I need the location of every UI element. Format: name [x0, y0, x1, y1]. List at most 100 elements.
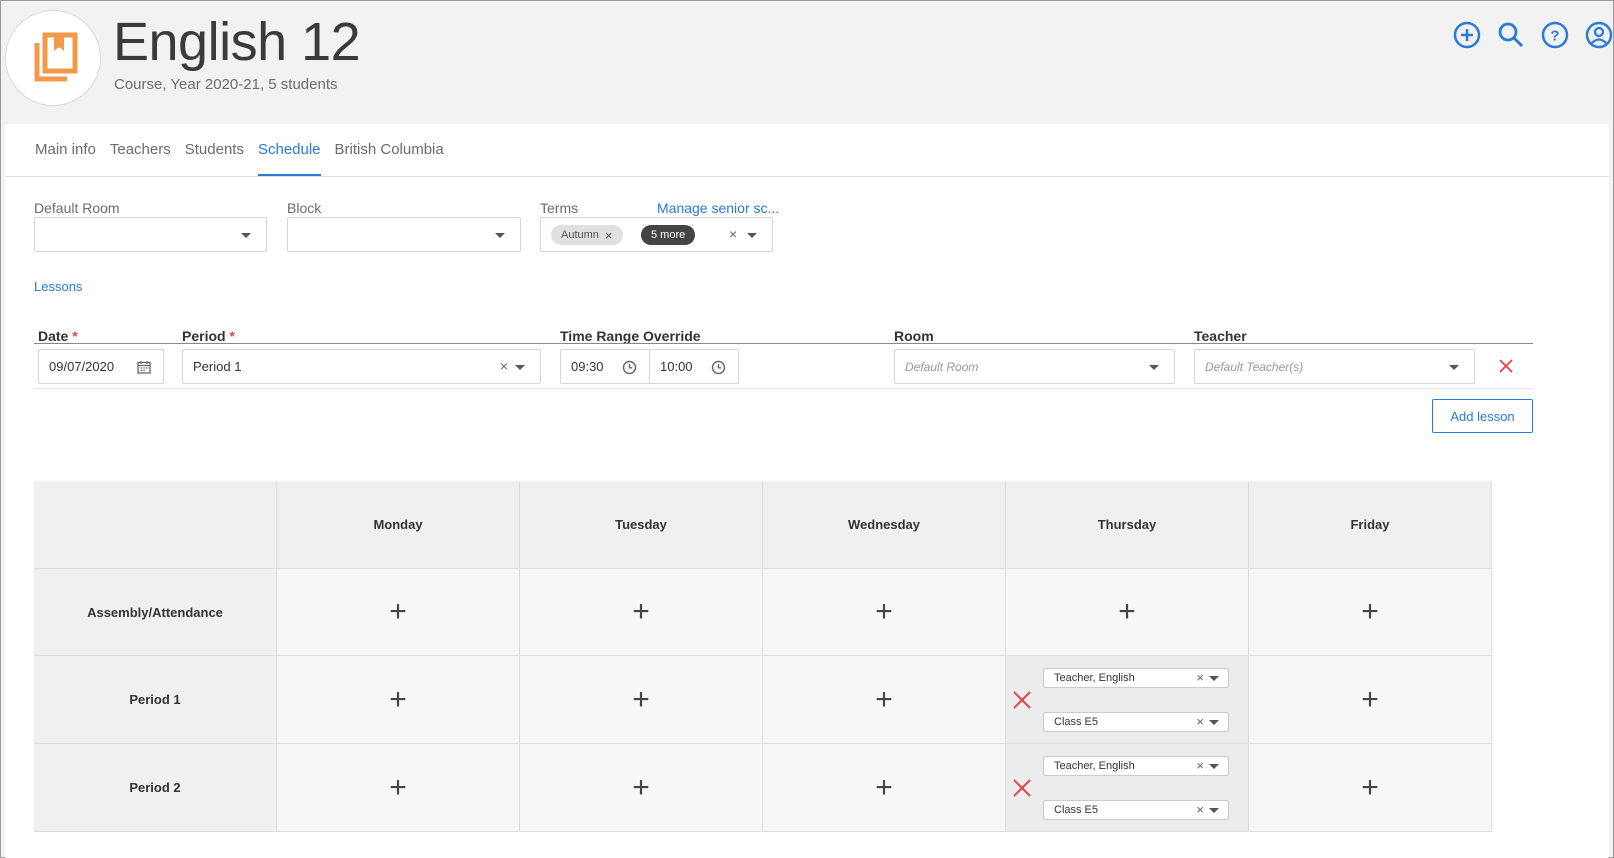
- chevron-down-icon: [1209, 720, 1219, 725]
- row-header-period-1: Period 1: [34, 656, 277, 744]
- chevron-down-icon: [515, 365, 525, 370]
- add-slot-icon[interactable]: +: [632, 683, 650, 717]
- tab-students[interactable]: Students: [185, 124, 244, 176]
- chevron-down-icon: [1449, 365, 1459, 370]
- slot-cell-assigned: Teacher, English × Class E5 ×: [1006, 656, 1249, 744]
- slot-teacher-value: Teacher, English: [1054, 672, 1135, 684]
- add-slot-icon[interactable]: +: [632, 771, 650, 805]
- add-slot-icon[interactable]: +: [1361, 771, 1379, 805]
- row-header-assembly: Assembly/Attendance: [34, 569, 277, 656]
- add-slot-icon[interactable]: +: [1118, 595, 1136, 629]
- terms-select[interactable]: Autumn × 5 more ×: [540, 217, 773, 252]
- slot-teacher-value: Teacher, English: [1054, 760, 1135, 772]
- add-slot-icon[interactable]: +: [875, 771, 893, 805]
- time-end-input[interactable]: 10:00: [649, 349, 739, 384]
- teacher-select[interactable]: Default Teacher(s): [1194, 349, 1475, 384]
- more-terms-chip[interactable]: 5 more: [641, 225, 696, 245]
- add-slot-icon[interactable]: +: [389, 595, 407, 629]
- clock-icon[interactable]: [622, 360, 637, 375]
- date-input[interactable]: 09/07/2020: [38, 349, 164, 384]
- slot-cell: +: [1249, 569, 1492, 656]
- clear-icon[interactable]: ×: [729, 226, 737, 242]
- chevron-down-icon: [747, 233, 757, 238]
- default-room-select[interactable]: [34, 217, 267, 252]
- page-title: English 12: [113, 12, 361, 72]
- time-end-value: 10:00: [660, 359, 693, 374]
- clear-icon[interactable]: ×: [1196, 670, 1204, 685]
- chevron-down-icon: [1209, 676, 1219, 681]
- clear-icon[interactable]: ×: [500, 358, 508, 374]
- add-lesson-button[interactable]: Add lesson: [1432, 399, 1533, 433]
- period-header-label: Period: [182, 328, 226, 344]
- slot-cell: +: [763, 569, 1006, 656]
- help-icon[interactable]: ?: [1541, 21, 1569, 49]
- slot-cell: +: [1006, 569, 1249, 656]
- search-icon[interactable]: [1497, 21, 1525, 49]
- day-header-monday: Monday: [277, 481, 520, 569]
- clear-icon[interactable]: ×: [1196, 714, 1204, 729]
- slot-cell: +: [763, 656, 1006, 744]
- slot-cell: +: [277, 744, 520, 832]
- book-bookmark-icon: [34, 32, 78, 82]
- chevron-down-icon: [1209, 764, 1219, 769]
- date-column-header: Date *: [38, 328, 78, 344]
- date-value: 09/07/2020: [49, 359, 115, 374]
- remove-chip-icon[interactable]: ×: [605, 228, 613, 243]
- block-select[interactable]: [287, 217, 521, 252]
- slot-room-select[interactable]: Class E5 ×: [1043, 712, 1229, 732]
- tab-british-columbia[interactable]: British Columbia: [335, 124, 444, 176]
- terms-label: Terms: [540, 200, 579, 216]
- time-start-input[interactable]: 09:30: [560, 349, 650, 384]
- slot-cell: +: [1249, 744, 1492, 832]
- remove-slot-icon[interactable]: [1013, 691, 1031, 709]
- period-select[interactable]: Period 1 ×: [182, 349, 541, 384]
- tab-teachers[interactable]: Teachers: [110, 124, 171, 176]
- add-slot-icon[interactable]: +: [389, 771, 407, 805]
- room-select[interactable]: Default Room: [894, 349, 1175, 384]
- delete-lesson-icon[interactable]: [1499, 359, 1513, 373]
- clear-icon[interactable]: ×: [1196, 802, 1204, 817]
- tab-schedule[interactable]: Schedule: [257, 124, 321, 176]
- slot-cell: +: [277, 656, 520, 744]
- clear-icon[interactable]: ×: [1196, 758, 1204, 773]
- chip-label: Autumn: [561, 229, 599, 241]
- teacher-column-header: Teacher: [1194, 328, 1247, 344]
- row-divider: [34, 388, 1533, 389]
- add-circle-icon[interactable]: [1453, 21, 1481, 49]
- required-mark: *: [229, 328, 235, 344]
- default-room-label: Default Room: [34, 200, 120, 216]
- add-slot-icon[interactable]: +: [389, 683, 407, 717]
- slot-room-select[interactable]: Class E5 ×: [1043, 800, 1229, 820]
- tab-bar: Main info Teachers Students Schedule Bri…: [5, 124, 1609, 177]
- day-header-tuesday: Tuesday: [520, 481, 763, 569]
- chevron-down-icon: [495, 233, 505, 238]
- account-icon[interactable]: [1585, 21, 1613, 49]
- required-mark: *: [72, 328, 78, 344]
- day-header-friday: Friday: [1249, 481, 1492, 569]
- slot-cell: +: [520, 656, 763, 744]
- day-header-wednesday: Wednesday: [763, 481, 1006, 569]
- add-slot-icon[interactable]: +: [1361, 683, 1379, 717]
- clock-icon[interactable]: [711, 360, 726, 375]
- add-slot-icon[interactable]: +: [632, 595, 650, 629]
- slot-cell: +: [520, 569, 763, 656]
- slot-cell: +: [763, 744, 1006, 832]
- add-slot-icon[interactable]: +: [875, 595, 893, 629]
- lessons-section-link[interactable]: Lessons: [34, 279, 82, 294]
- page-header: English 12 Course, Year 2020-21, 5 stude…: [1, 1, 1613, 121]
- remove-slot-icon[interactable]: [1013, 779, 1031, 797]
- schedule-card: Main info Teachers Students Schedule Bri…: [5, 124, 1609, 858]
- slot-teacher-select[interactable]: Teacher, English ×: [1043, 668, 1229, 688]
- manage-senior-schedule-link[interactable]: Manage senior sc...: [657, 200, 779, 216]
- slot-cell: +: [277, 569, 520, 656]
- add-slot-icon[interactable]: +: [1361, 595, 1379, 629]
- slot-cell-assigned: Teacher, English × Class E5 ×: [1006, 744, 1249, 832]
- svg-text:?: ?: [1550, 28, 1559, 45]
- tab-main-info[interactable]: Main info: [35, 124, 96, 176]
- slot-teacher-select[interactable]: Teacher, English ×: [1043, 756, 1229, 776]
- date-header-label: Date: [38, 328, 69, 344]
- add-slot-icon[interactable]: +: [875, 683, 893, 717]
- calendar-icon[interactable]: [137, 360, 151, 374]
- term-chip-autumn: Autumn ×: [551, 225, 623, 245]
- slot-cell: +: [520, 744, 763, 832]
